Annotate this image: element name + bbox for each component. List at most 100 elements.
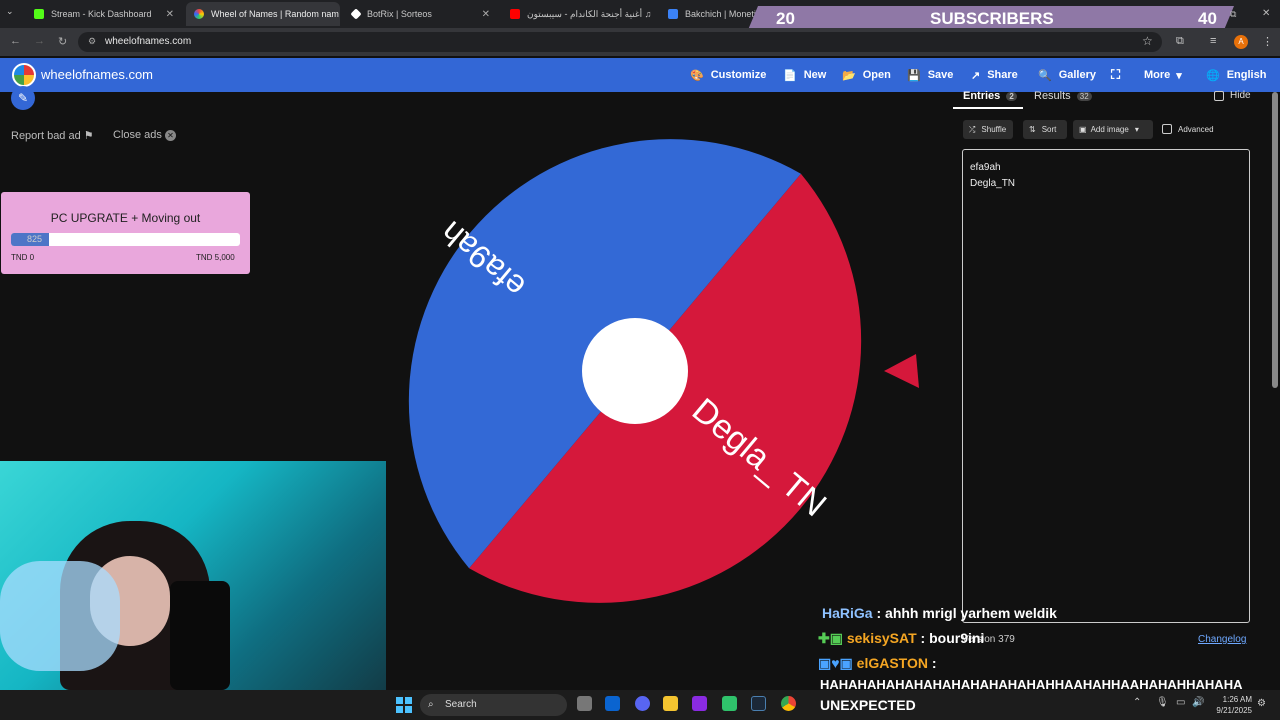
wheel-favicon-icon [194, 9, 204, 19]
webcam-overlay [0, 461, 386, 690]
app-icon[interactable] [692, 696, 707, 711]
unexpected-ticker: UNEXPECTED [820, 697, 916, 713]
tab-bakchich[interactable]: Bakchich | Monetiz [660, 2, 760, 26]
flag-icon: ⚑ [83, 130, 94, 142]
wheel-of-names[interactable]: efa9ah Degla_ TN [370, 106, 900, 636]
chevron-down-icon: ▾ [1176, 69, 1182, 82]
microphone-icon[interactable]: 🎙 [1156, 697, 1169, 708]
close-ads-link[interactable]: Close ads ✕ [113, 129, 176, 141]
tab-kick-dashboard[interactable]: Stream - Kick Dashboard ✕ [26, 2, 182, 26]
add-image-button[interactable]: ▣ Add image ▾ [1073, 120, 1153, 139]
sub-count-current: 20 [776, 9, 795, 28]
extensions-icon[interactable]: ⧉ [1176, 35, 1184, 48]
nav-language[interactable]: 🌐 English [1206, 58, 1266, 92]
results-count-badge: 32 [1076, 92, 1092, 101]
close-tab-icon[interactable]: ✕ [339, 9, 340, 20]
tab-youtube-song[interactable]: أغنية أجنحة الكاندام - سيبستون ♫ ✕ [502, 2, 656, 26]
badge-icon: ▣♥▣ [818, 655, 853, 671]
share-icon: ↗ [971, 69, 981, 82]
menu-kebab-icon[interactable]: ⋮ [1262, 35, 1273, 48]
app-logo-text[interactable]: wheelofnames.com [41, 67, 153, 82]
wheel-pointer-icon [884, 354, 919, 388]
sub-count-goal: 40 [1198, 9, 1217, 28]
close-tab-icon[interactable]: ✕ [160, 9, 174, 20]
subscriber-goal-overlay: 20 SUBSCRIBERS 40 [748, 6, 1234, 30]
sort-button[interactable]: ⇅ Sort [1023, 120, 1067, 139]
kick-icon [34, 9, 44, 19]
back-icon[interactable]: ← [10, 35, 21, 47]
search-icon: ⌕ [428, 699, 434, 710]
discord-icon[interactable] [635, 696, 650, 711]
donation-goal-title: PC UPGRATE + Moving out [50, 211, 201, 225]
taskbar-search[interactable]: ⌕ Search [420, 694, 567, 716]
youtube-icon [510, 9, 520, 19]
shuffle-button[interactable]: ⤮ Shuffle [963, 120, 1013, 139]
chat-username: elGASTON [856, 655, 928, 671]
tab-list-icon[interactable]: ⌄ [6, 6, 14, 17]
outlook-icon[interactable] [605, 696, 620, 711]
shuffle-icon: ⤮ [969, 124, 976, 134]
wheel-logo-icon[interactable] [12, 63, 36, 87]
advanced-toggle[interactable]: Advanced [1162, 124, 1214, 134]
window-restore-icon[interactable]: ⧉ [1230, 9, 1236, 20]
close-tab-icon[interactable]: ✕ [651, 9, 656, 20]
nav-open[interactable]: 📂 Open [842, 58, 891, 92]
file-explorer-icon[interactable] [663, 696, 678, 711]
nav-more[interactable]: More ▾ [1144, 58, 1182, 92]
nav-customize[interactable]: 🎨 Customize [690, 58, 766, 92]
tab-wheel-of-names[interactable]: Wheel of Names | Random nam ✕ [186, 2, 340, 26]
tab-results[interactable]: Results 32 [1034, 90, 1092, 102]
bakchich-icon [668, 9, 678, 19]
page-scrollbar[interactable] [1272, 92, 1278, 388]
nav-save[interactable]: 💾 Save [907, 58, 953, 92]
hide-toggle[interactable]: Hide [1214, 90, 1251, 101]
profile-avatar[interactable]: A [1234, 35, 1248, 49]
close-tab-icon[interactable]: ✕ [476, 9, 490, 20]
save-icon: 💾 [907, 69, 921, 82]
fullscreen-icon[interactable]: ⛶ [1111, 58, 1120, 92]
steam-icon[interactable] [751, 696, 766, 711]
chat-message: HaRiGa : ahhh mrigl yarhem weldik [822, 605, 1057, 621]
volume-icon[interactable]: 🔊 [1192, 697, 1204, 708]
task-view-icon[interactable] [577, 696, 592, 711]
forward-icon[interactable]: → [34, 35, 45, 47]
donation-progress-bar: 825 [11, 233, 240, 246]
app-icon[interactable] [722, 696, 737, 711]
advanced-checkbox[interactable] [1162, 124, 1172, 134]
badge-icon: ✚▣ [818, 630, 843, 646]
nav-share[interactable]: ↗ Share [971, 58, 1018, 92]
tab-entries[interactable]: Entries 2 [963, 90, 1017, 102]
entries-textarea[interactable]: efa9ah Degla_TN [962, 149, 1250, 623]
tab-botrix[interactable]: BotRix | Sorteos ✕ [344, 2, 498, 26]
system-clock[interactable]: 1:26 AM 9/21/2025 [1212, 694, 1252, 716]
sub-label: SUBSCRIBERS [930, 9, 1054, 28]
notification-icon[interactable]: ⚙ [1257, 698, 1266, 709]
sort-icon: ⇅ [1029, 125, 1036, 134]
close-circle-icon: ✕ [164, 130, 176, 141]
bookmark-star-icon[interactable]: ☆ [1142, 34, 1153, 48]
nav-gallery[interactable]: 🔍 Gallery [1038, 58, 1096, 92]
nav-new[interactable]: 📄 New [783, 58, 826, 92]
media-icon[interactable]: ≡ [1210, 35, 1216, 47]
chat-username: sekisySAT [846, 630, 917, 646]
edit-pencil-icon[interactable]: ✎ [11, 86, 35, 110]
hide-checkbox[interactable] [1214, 90, 1224, 101]
url-field[interactable]: wheelofnames.com [78, 32, 1162, 52]
webcam-water-bottle [0, 561, 120, 671]
windows-start-icon[interactable] [396, 697, 412, 713]
network-icon[interactable]: ▭ [1176, 697, 1185, 708]
file-icon: 📄 [783, 69, 797, 82]
donation-max-label: TND 5,000 [196, 253, 235, 262]
window-close-icon[interactable]: ✕ [1262, 8, 1270, 19]
chrome-icon[interactable] [781, 696, 796, 711]
site-info-icon[interactable]: ⚙ [88, 36, 96, 47]
chat-message: ✚▣ sekisySAT : bour9ini [818, 630, 985, 646]
tray-chevron-icon[interactable]: ⌃ [1133, 697, 1141, 708]
entries-count-badge: 2 [1006, 92, 1017, 101]
image-icon: ▣ [1079, 125, 1087, 134]
wheel-center-button[interactable] [582, 318, 688, 424]
report-bad-ad-link[interactable]: Report bad ad ⚑ [11, 129, 94, 142]
chevron-down-icon: ▾ [1134, 125, 1139, 134]
changelog-link[interactable]: Changelog [1198, 634, 1246, 645]
reload-icon[interactable]: ↻ [58, 35, 67, 48]
